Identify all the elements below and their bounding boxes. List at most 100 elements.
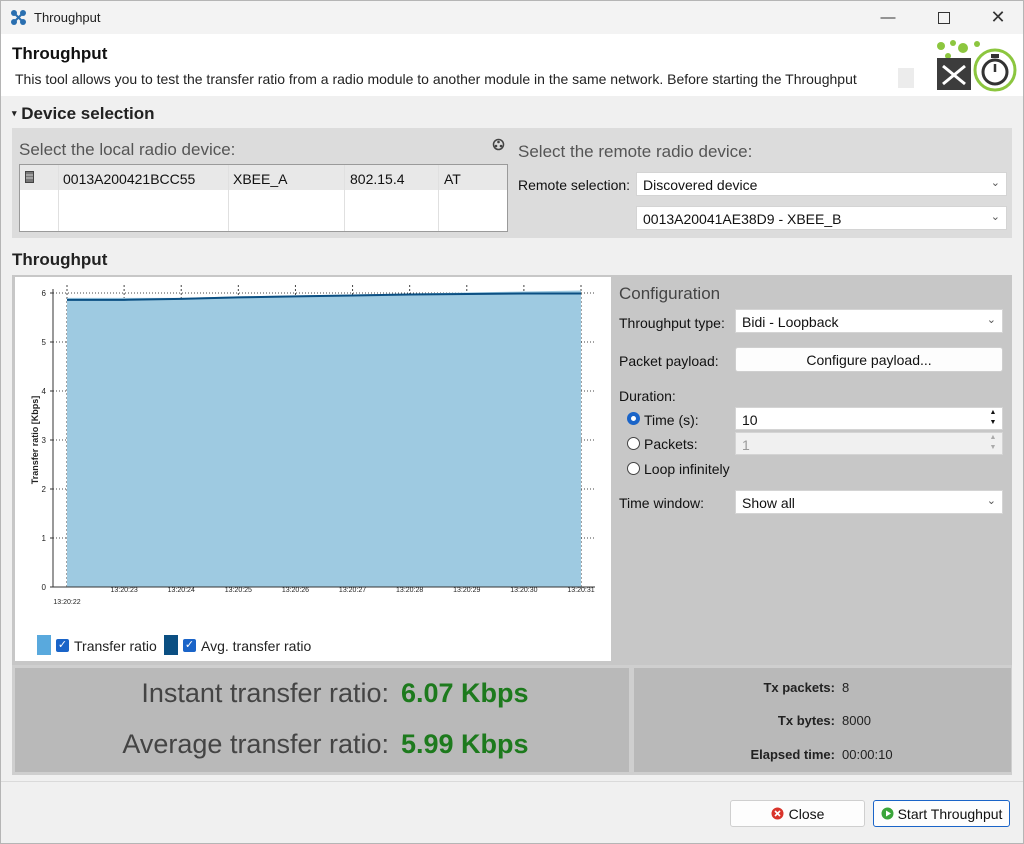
- local-device-mode: AT: [444, 171, 461, 187]
- transfer-ratio-stats: Instant transfer ratio: 6.07 Kbps Averag…: [15, 668, 629, 772]
- device-selection-header[interactable]: ▾ Device selection: [12, 104, 155, 124]
- y-tick-label: 0: [42, 583, 47, 592]
- y-tick-label: 3: [42, 436, 47, 445]
- chevron-down-icon: ⌄: [986, 314, 996, 326]
- local-device-mac: 0013A200421BCC55: [63, 171, 196, 187]
- throughput-type-value: Bidi - Loopback: [742, 314, 839, 330]
- minimize-button[interactable]: —: [865, 1, 911, 34]
- time-label: Time (s):: [644, 412, 699, 428]
- remote-device-value: 0013A20041AE38D9 - XBEE_B: [643, 211, 842, 227]
- x-tick-label: 13:20:31: [567, 587, 594, 594]
- footer-divider: [1, 781, 1023, 782]
- maximize-button[interactable]: [921, 1, 967, 34]
- chevron-down-icon: ⌄: [986, 495, 996, 507]
- tx-bytes-value: 8000: [842, 713, 871, 728]
- refresh-icon[interactable]: [492, 138, 505, 151]
- spinner-arrows-icon[interactable]: ▲ ▼: [985, 408, 1001, 429]
- throughput-section-label: Throughput: [12, 250, 108, 269]
- legend-avg-transfer-ratio: Avg. transfer ratio: [201, 638, 312, 654]
- x-tick-label: 13:20:23: [110, 587, 137, 594]
- close-button[interactable]: Close: [730, 800, 865, 827]
- remote-selection-dropdown[interactable]: Discovered device ⌄: [636, 172, 1007, 196]
- loop-infinitely-label: Loop infinitely: [644, 461, 730, 477]
- local-device-table: 0013A200421BCC55 XBEE_A 802.15.4 AT: [19, 164, 508, 232]
- packets-value: 1: [742, 437, 750, 453]
- remote-device-dropdown[interactable]: 0013A20041AE38D9 - XBEE_B ⌄: [636, 206, 1007, 230]
- throughput-chart: 0 1 2 3 4 5 6 13:20:22 13:20:23 13:20:24 13:20:25 1…: [30, 285, 595, 606]
- time-window-dropdown[interactable]: Show all ⌄: [735, 490, 1003, 514]
- device-selection-panel: Select the local radio device: 0013A2004…: [12, 128, 1012, 238]
- legend-transfer-ratio: Transfer ratio: [74, 638, 157, 654]
- local-device-protocol: 802.15.4: [350, 171, 405, 187]
- page-description: This tool allows you to test the transfe…: [15, 71, 857, 87]
- loop-infinitely-radio[interactable]: [627, 462, 640, 475]
- y-tick-label: 1: [42, 534, 47, 543]
- column-divider: [344, 165, 345, 231]
- time-spinner[interactable]: 10 ▲ ▼: [735, 407, 1003, 430]
- window-title: Throughput: [34, 10, 101, 25]
- close-circle-icon: [771, 807, 784, 820]
- y-tick-label: 4: [42, 387, 47, 396]
- chart-area: 0 1 2 3 4 5 6 13:20:22 13:20:23 13:20:24 13:20:25 1…: [15, 277, 611, 661]
- time-value: 10: [742, 412, 758, 428]
- chevron-down-icon: ⌄: [990, 211, 1000, 223]
- packets-radio[interactable]: [627, 437, 640, 450]
- remote-selection-value: Discovered device: [643, 177, 758, 193]
- average-transfer-ratio-value: 5.99 Kbps: [401, 729, 529, 759]
- throughput-tool-icon: [937, 40, 1017, 92]
- time-radio[interactable]: [627, 412, 640, 425]
- configure-payload-button[interactable]: Configure payload...: [735, 347, 1003, 372]
- throughput-window: Throughput — ✕ Throughput This tool allo…: [0, 0, 1024, 844]
- radio-module-icon: [25, 171, 34, 183]
- column-divider: [58, 165, 59, 231]
- instant-transfer-ratio-value: 6.07 Kbps: [401, 678, 529, 708]
- collapse-arrow-icon: ▾: [12, 108, 17, 118]
- x-tick-label: 13:20:28: [396, 587, 423, 594]
- remote-selection-label: Remote selection:: [518, 177, 631, 193]
- x-tick-label: 13:20:27: [339, 587, 366, 594]
- y-tick-label: 6: [42, 289, 47, 298]
- packets-spinner[interactable]: 1 ▲ ▼: [735, 432, 1003, 455]
- x-tick-label: 13:20:30: [510, 587, 537, 594]
- throughput-type-dropdown[interactable]: Bidi - Loopback ⌄: [735, 309, 1003, 333]
- tx-packets-value: 8: [842, 680, 850, 695]
- close-icon: ✕: [990, 7, 1006, 27]
- tx-bytes-label: Tx bytes:: [777, 713, 835, 728]
- remote-device-label: Select the remote radio device:: [518, 142, 753, 161]
- configuration-panel: Configuration Throughput type: Bidi - Lo…: [613, 277, 1011, 661]
- y-tick-label: 5: [42, 338, 47, 347]
- close-window-button[interactable]: ✕: [975, 1, 1021, 34]
- throughput-type-label: Throughput type:: [619, 315, 725, 331]
- column-divider: [228, 165, 229, 231]
- time-window-value: Show all: [742, 495, 795, 511]
- packets-label: Packets:: [644, 436, 698, 452]
- elapsed-time-label: Elapsed time:: [750, 747, 835, 762]
- start-throughput-button[interactable]: Start Throughput: [873, 800, 1010, 827]
- maximize-icon: [938, 11, 950, 24]
- play-icon: [881, 807, 894, 820]
- start-throughput-label: Start Throughput: [897, 805, 1003, 822]
- chevron-down-icon: ⌄: [990, 177, 1000, 189]
- y-tick-label: 2: [42, 485, 47, 494]
- header: Throughput This tool allows you to test …: [1, 34, 1023, 96]
- title-bar: Throughput — ✕: [1, 1, 1023, 34]
- average-transfer-ratio-label: Average transfer ratio:: [122, 729, 389, 759]
- transfer-ratio-checkbox[interactable]: ✓: [56, 639, 69, 652]
- description-scroll-handle[interactable]: [898, 68, 914, 88]
- packet-stats: Tx packets: 8 Tx bytes: 8000 Elapsed tim…: [634, 668, 1011, 772]
- spinner-arrows-icon[interactable]: ▲ ▼: [985, 433, 1001, 454]
- close-button-label: Close: [788, 805, 825, 822]
- configuration-title: Configuration: [619, 284, 721, 303]
- x-tick-label: 13:20:22: [53, 599, 80, 606]
- elapsed-time-value: 00:00:10: [842, 747, 893, 762]
- avg-transfer-ratio-checkbox[interactable]: ✓: [183, 639, 196, 652]
- instant-transfer-ratio-label: Instant transfer ratio:: [141, 678, 389, 708]
- transfer-ratio-area: [67, 290, 581, 587]
- app-icon: [11, 10, 26, 25]
- x-tick-label: 13:20:25: [225, 587, 252, 594]
- time-window-label: Time window:: [619, 495, 705, 511]
- x-tick-label: 13:20:24: [168, 587, 195, 594]
- x-tick-label: 13:20:29: [453, 587, 480, 594]
- column-divider: [438, 165, 439, 231]
- packet-payload-label: Packet payload:: [619, 353, 719, 369]
